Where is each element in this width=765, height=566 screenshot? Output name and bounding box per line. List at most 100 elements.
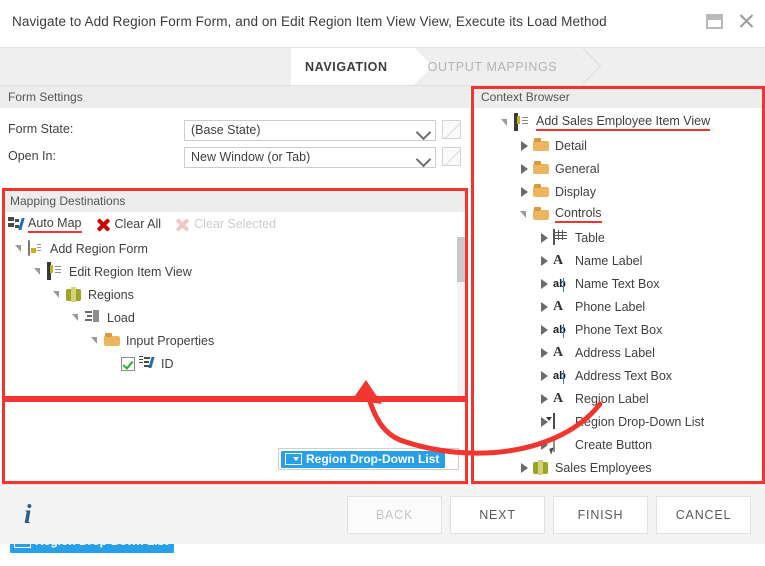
finish-button[interactable]: FINISH: [553, 496, 648, 534]
back-button: BACK: [347, 496, 442, 534]
cb-label: Phone Text Box: [575, 323, 662, 337]
expand-toggle-icon[interactable]: [519, 209, 531, 221]
folder-icon: [533, 184, 550, 199]
clear-all-label: Clear All: [115, 217, 162, 231]
cb-label: Detail: [555, 139, 587, 153]
cb-row-region-drop-down-list[interactable]: Region Drop-Down List: [473, 410, 765, 433]
id-mapped-value-field[interactable]: Region Drop-Down List: [278, 448, 459, 470]
cb-row-table[interactable]: Table: [473, 226, 765, 249]
form-state-select[interactable]: (Base State): [184, 120, 436, 141]
folder-icon: [104, 333, 121, 348]
restore-window-icon[interactable]: [706, 14, 723, 29]
cube-icon: [66, 287, 83, 302]
expand-toggle-icon[interactable]: [539, 278, 551, 290]
cb-row-phone-text-box[interactable]: ab Phone Text Box: [473, 318, 765, 341]
expand-toggle-icon[interactable]: [539, 232, 551, 244]
tree-row-regions[interactable]: Regions: [2, 283, 468, 306]
context-browser-tree[interactable]: Add Sales Employee Item View Detail Gene…: [473, 111, 765, 481]
folder-icon: [533, 161, 550, 176]
cb-row-phone-label[interactable]: A Phone Label: [473, 295, 765, 318]
id-checkbox[interactable]: [121, 357, 135, 371]
cb-label: Address Label: [575, 346, 655, 360]
cb-row-display[interactable]: Display: [473, 180, 765, 203]
tab-navigation[interactable]: NAVIGATION: [291, 48, 414, 85]
tab-output-mappings-label: OUTPUT MAPPINGS: [428, 60, 558, 74]
clear-all-icon: [96, 217, 111, 232]
expand-toggle-icon[interactable]: [539, 393, 551, 405]
cb-label: Region Drop-Down List: [575, 415, 704, 429]
form-state-value: (Base State): [191, 123, 260, 137]
expand-toggle-icon[interactable]: [500, 117, 512, 129]
left-column: Form Settings Form State: (Base State) O…: [0, 86, 470, 484]
cb-label: Name Text Box: [575, 277, 660, 291]
tree-row-id[interactable]: ID: [2, 352, 468, 375]
cb-row-address-text-box[interactable]: ab Address Text Box: [473, 364, 765, 387]
label-icon: A: [553, 391, 570, 406]
cb-label: Name Label: [575, 254, 642, 268]
cb-row-address-label[interactable]: A Address Label: [473, 341, 765, 364]
chevron-down-icon: [416, 152, 432, 168]
cb-label: General: [555, 162, 599, 176]
mapping-destination-tree[interactable]: Add Region Form Edit Region Item View Re…: [2, 237, 468, 397]
expand-toggle-icon[interactable]: [14, 243, 26, 255]
cb-label: Phone Label: [575, 300, 645, 314]
clear-selected-button: Clear Selected: [175, 217, 276, 232]
form-state-side-button[interactable]: [442, 120, 461, 139]
tree-row-add-region-form[interactable]: Add Region Form: [2, 237, 468, 260]
clear-selected-label: Clear Selected: [194, 217, 276, 231]
textbox-icon: ab: [553, 276, 570, 291]
close-icon[interactable]: [737, 12, 755, 30]
tree-row-load[interactable]: Load: [2, 306, 468, 329]
cb-row-region-label[interactable]: A Region Label: [473, 387, 765, 410]
open-in-side-button[interactable]: [442, 147, 461, 166]
info-icon[interactable]: i: [24, 499, 32, 530]
expand-toggle-icon[interactable]: [539, 370, 551, 382]
dropdown-icon: [285, 453, 302, 465]
cb-row-name-label[interactable]: A Name Label: [473, 249, 765, 272]
expand-toggle-icon[interactable]: [539, 301, 551, 313]
expand-toggle-icon[interactable]: [71, 312, 83, 324]
mapping-tree-scroll-thumb[interactable]: [457, 237, 466, 282]
cb-row-controls[interactable]: Controls: [473, 203, 765, 226]
label-icon: A: [553, 345, 570, 360]
cb-row-general[interactable]: General: [473, 157, 765, 180]
mapped-value-chip[interactable]: Region Drop-Down List: [281, 451, 445, 468]
folder-icon: [533, 207, 550, 222]
view-icon: [514, 115, 531, 130]
cb-row-create-button[interactable]: Create Button: [473, 433, 765, 456]
context-browser-panel: Context Browser Add Sales Employee Item …: [473, 86, 765, 484]
cb-label: Add Sales Employee Item View: [536, 114, 710, 131]
expand-toggle-icon[interactable]: [90, 335, 102, 347]
cb-row-name-text-box[interactable]: ab Name Text Box: [473, 272, 765, 295]
expand-toggle-icon[interactable]: [519, 163, 531, 175]
cb-row-detail[interactable]: Detail: [473, 134, 765, 157]
view-icon: [47, 264, 64, 279]
wizard-tabstrip: NAVIGATION OUTPUT MAPPINGS: [0, 48, 765, 85]
cancel-button[interactable]: CANCEL: [656, 496, 751, 534]
clear-all-button[interactable]: Clear All: [96, 217, 162, 232]
tree-row-input-properties[interactable]: Input Properties: [2, 329, 468, 352]
cb-label: Region Label: [575, 392, 649, 406]
cb-row-add-sales-employee-item-view[interactable]: Add Sales Employee Item View: [473, 111, 765, 134]
next-button[interactable]: NEXT: [450, 496, 545, 534]
form-state-label: Form State:: [8, 122, 73, 136]
expand-toggle-icon[interactable]: [539, 324, 551, 336]
expand-toggle-icon[interactable]: [33, 266, 45, 278]
expand-toggle-icon[interactable]: [539, 347, 551, 359]
tree-row-edit-region-item-view[interactable]: Edit Region Item View: [2, 260, 468, 283]
expand-toggle-icon[interactable]: [519, 462, 531, 474]
expand-toggle-icon[interactable]: [52, 289, 64, 301]
expand-toggle-icon[interactable]: [519, 140, 531, 152]
tab-output-mappings[interactable]: OUTPUT MAPPINGS: [414, 48, 584, 85]
context-browser-header: Context Browser: [473, 86, 765, 108]
cb-row-partial[interactable]: [473, 479, 765, 481]
tab-navigation-label: NAVIGATION: [305, 60, 388, 74]
title-bar: Navigate to Add Region Form Form, and on…: [0, 0, 765, 47]
expand-toggle-icon[interactable]: [539, 255, 551, 267]
folder-icon: [533, 138, 550, 153]
tree-label: Edit Region Item View: [69, 265, 192, 279]
open-in-select[interactable]: New Window (or Tab): [184, 147, 436, 168]
expand-toggle-icon[interactable]: [519, 186, 531, 198]
auto-map-button[interactable]: Auto Map: [2, 216, 82, 233]
cb-row-sales-employees[interactable]: Sales Employees: [473, 456, 765, 479]
